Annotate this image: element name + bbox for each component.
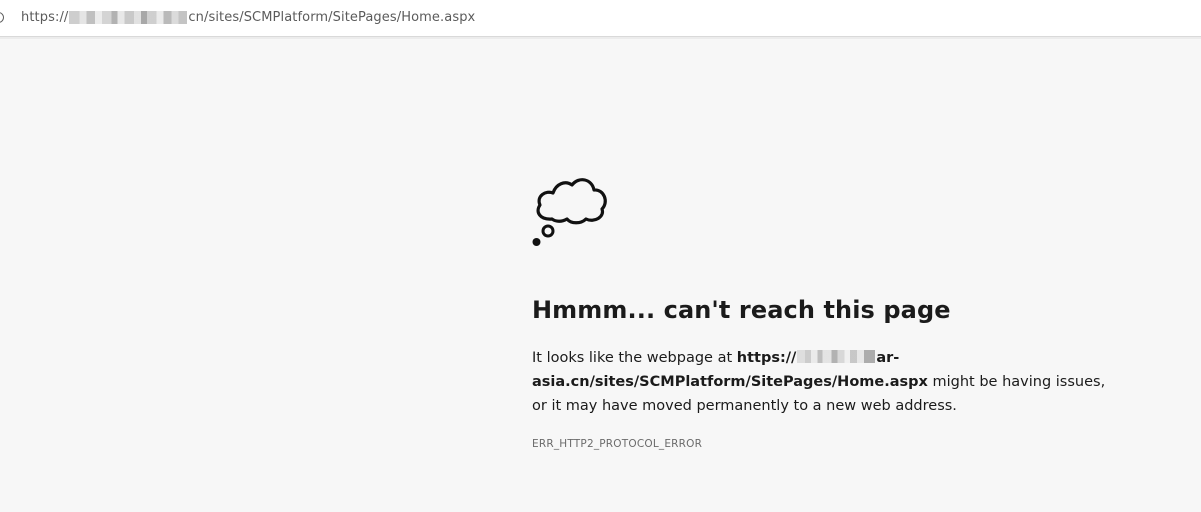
site-info-icon[interactable] — [0, 12, 4, 23]
message-intro: It looks like the webpage at — [532, 350, 737, 366]
url-suffix: cn/sites/SCMPlatform/SitePages/Home.aspx — [188, 10, 476, 25]
error-content: Hmmm... can't reach this page It looks l… — [532, 172, 1112, 450]
url-prefix: https:// — [21, 10, 69, 25]
redacted-host — [797, 350, 876, 363]
thought-cloud-icon — [532, 178, 607, 246]
error-heading: Hmmm... can't reach this page — [532, 296, 951, 324]
failed-url-prefix: https:// — [736, 350, 797, 366]
url-field[interactable]: https:// cn/sites/SCMPlatform/SitePages/… — [21, 10, 475, 25]
error-message: It looks like the webpage at https://ar-… — [532, 346, 1112, 418]
redacted-domain — [69, 11, 188, 24]
browser-address-bar: https:// cn/sites/SCMPlatform/SitePages/… — [0, 0, 1201, 39]
error-code: ERR_HTTP2_PROTOCOL_ERROR — [532, 438, 703, 450]
